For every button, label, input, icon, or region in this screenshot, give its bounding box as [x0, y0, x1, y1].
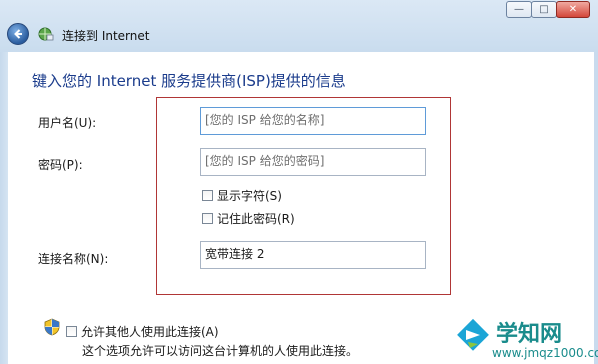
allow-others-option[interactable]: 允许其他人使用此连接(A)	[66, 323, 219, 340]
show-characters-label: 显示字符(S)	[217, 189, 282, 203]
password-input[interactable]: [您的 ISP 给您的密码]	[200, 148, 426, 176]
uac-shield-icon	[44, 318, 60, 336]
window-frame-left	[0, 52, 8, 364]
watermark-logo-icon	[457, 318, 489, 351]
page-heading: 键入您的 Internet 服务提供商(ISP)提供的信息	[32, 72, 346, 90]
remember-password-label: 记住此密码(R)	[217, 212, 295, 226]
back-button[interactable]	[7, 23, 29, 45]
allow-others-label: 允许其他人使用此连接(A)	[81, 325, 219, 339]
remember-password-option[interactable]: 记住此密码(R)	[202, 210, 295, 227]
window-title: 连接到 Internet	[62, 29, 150, 43]
network-connection-icon	[38, 27, 54, 41]
watermark: 学知网 www.jmqz1000.com	[452, 314, 598, 364]
username-label: 用户名(U):	[38, 116, 97, 130]
password-label: 密码(P):	[38, 158, 83, 172]
show-characters-option[interactable]: 显示字符(S)	[202, 187, 282, 204]
maximize-button[interactable]: □	[531, 1, 557, 18]
minimize-button[interactable]: —	[506, 1, 532, 18]
watermark-brand: 学知网	[496, 322, 563, 347]
username-input[interactable]: [您的 ISP 给您的名称]	[200, 107, 426, 135]
show-characters-checkbox[interactable]	[202, 190, 213, 201]
close-button[interactable]: ✕	[556, 1, 590, 18]
remember-password-checkbox[interactable]	[202, 213, 213, 224]
watermark-url: www.jmqz1000.com	[492, 346, 598, 360]
back-arrow-icon	[14, 29, 22, 39]
connection-name-label: 连接名称(N):	[38, 252, 109, 266]
allow-others-checkbox[interactable]	[66, 326, 77, 337]
window-controls: — □ ✕	[506, 1, 590, 18]
connection-name-input[interactable]: 宽带连接 2	[200, 241, 426, 269]
allow-others-description: 这个选项允许可以访问这台计算机的人使用此连接。	[82, 344, 359, 358]
